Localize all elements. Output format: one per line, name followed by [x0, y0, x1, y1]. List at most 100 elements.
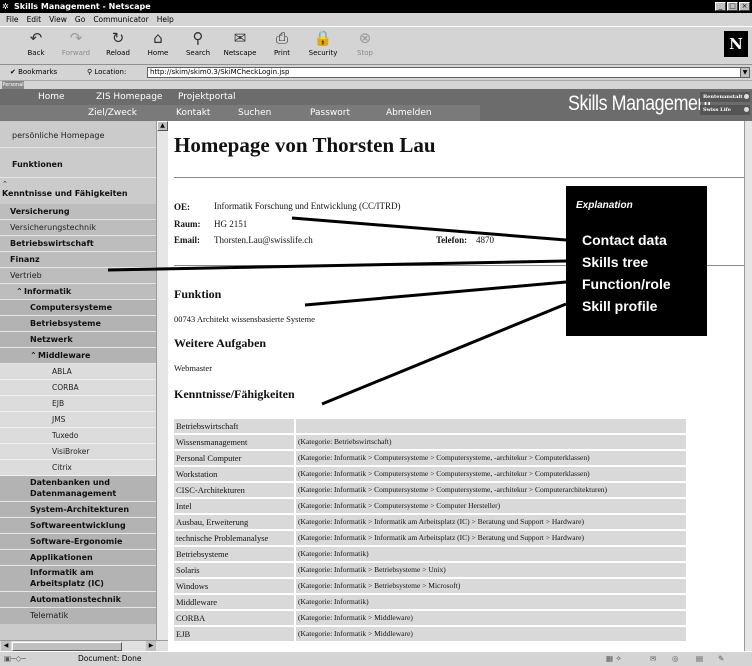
email-value[interactable]: Thorsten.Lau@swisslife.ch [214, 235, 313, 245]
skill-category-cell: (Kategorie: Informatik > Computersysteme… [296, 451, 686, 465]
nav-ziel-zweck-link[interactable]: Ziel/Zweck [88, 108, 137, 118]
scroll-thumb[interactable] [12, 642, 122, 651]
sidebar-item-automationstechnik[interactable]: Automationstechnik [0, 592, 156, 608]
netscape-button[interactable]: ✉ Netscape [220, 28, 260, 64]
back-button[interactable]: ↶ Back [16, 28, 56, 64]
news-icon[interactable]: ◎ [672, 652, 679, 666]
sidebar-item-ejb[interactable]: EJB [0, 396, 156, 412]
sidebar-item-abla[interactable]: ABLA [0, 364, 156, 380]
scroll-up-icon[interactable]: ▲ [157, 121, 168, 131]
print-button[interactable]: ⎙ Print [262, 28, 302, 64]
sidebar-item-jms[interactable]: JMS [0, 412, 156, 428]
sidebar-item-software-ergonomie[interactable]: Software-Ergonomie [0, 534, 156, 550]
menu-communicator[interactable]: Communicator [93, 13, 148, 26]
divider [174, 177, 744, 178]
reload-button[interactable]: ↻ Reload [98, 28, 138, 64]
skill-category-cell [296, 419, 686, 433]
skill-category-cell: (Kategorie: Informatik > Betriebsysteme … [296, 579, 686, 593]
sidebar-item-computersysteme[interactable]: Computersysteme [0, 300, 156, 316]
scroll-left-icon[interactable]: ◀ [1, 641, 11, 651]
url-dropdown-icon[interactable]: ▼ [740, 67, 750, 78]
scroll-right-icon[interactable]: ▶ [146, 641, 156, 651]
personal-toolbar: Personal [0, 80, 752, 89]
expanded-folder-icon: ⌃ [2, 180, 8, 188]
print-icon: ⎙ [275, 29, 288, 47]
explanation-function-role: Function/role [582, 276, 671, 292]
sidebar-item-system-architekturen[interactable]: System-Architekturen [0, 502, 156, 518]
nav-kontakt-link[interactable]: Kontakt [176, 108, 210, 118]
skill-category-cell: (Kategorie: Informatik) [296, 547, 686, 561]
sidebar-item-softwareentwicklung[interactable]: Softwareentwicklung [0, 518, 156, 534]
sidebar-item-telematik[interactable]: Telematik [0, 608, 156, 624]
stop-button[interactable]: ⊗ Stop [345, 28, 385, 64]
browser-window: ✲ Skills Management - Netscape _ □ × Fil… [0, 0, 752, 666]
skill-name-cell: CORBA [174, 611, 294, 625]
sidebar-item-versicherung[interactable]: Versicherung [0, 204, 156, 220]
edit-icon[interactable]: ✎ [718, 652, 724, 666]
netscape-logo: N [724, 31, 748, 57]
home-button[interactable]: ⌂ Home [138, 28, 178, 64]
menu-view[interactable]: View [49, 13, 67, 26]
personal-toolbar-tab[interactable]: Personal [2, 81, 24, 89]
forward-button[interactable]: ↷ Forward [56, 28, 96, 64]
maximize-button[interactable]: □ [727, 2, 738, 11]
sidebar-item-visibroker[interactable]: VisiBroker [0, 444, 156, 460]
security-lock-icon: 🔒 [313, 29, 333, 47]
sidebar-item-vertrieb[interactable]: Vertrieb [0, 268, 156, 284]
nav-projektportal-link[interactable]: Projektportal [178, 92, 236, 102]
skill-category-cell: (Kategorie: Informatik > Middleware) [296, 611, 686, 625]
url-input[interactable]: http://skim/skim0.3/SkiMCheckLogin.jsp [147, 67, 741, 78]
nav-abmelden-link[interactable]: Abmelden [386, 108, 432, 118]
nav-passwort-link[interactable]: Passwort [310, 108, 350, 118]
content-vertical-scrollbar[interactable] [744, 121, 752, 651]
security-button[interactable]: 🔒 Security [303, 28, 343, 64]
sidebar-item-tuxedo[interactable]: Tuxedo [0, 428, 156, 444]
menu-go[interactable]: Go [75, 13, 85, 26]
sidebar-item-betriebswirtschaft[interactable]: Betriebswirtschaft [0, 236, 156, 252]
menu-file[interactable]: File [6, 13, 19, 26]
minimize-button[interactable]: _ [715, 2, 726, 11]
mail-icon[interactable]: ✉ [650, 652, 656, 666]
skill-category-cell: (Kategorie: Informatik > Computersysteme… [296, 499, 686, 513]
skill-name-cell: EJB [174, 627, 294, 641]
bookmarks-button[interactable]: ✔ Bookmarks [10, 65, 57, 80]
sidebar-item-betriebsysteme[interactable]: Betriebsysteme [0, 316, 156, 332]
nav-home-link[interactable]: Home [38, 92, 65, 102]
location-label: ⚲ Location: [87, 68, 127, 76]
sidebar-item-finanz[interactable]: Finanz [0, 252, 156, 268]
skill-category-cell: (Kategorie: Informatik > Betriebsysteme … [296, 563, 686, 577]
close-button[interactable]: × [739, 2, 750, 11]
rentenanstalt-button[interactable]: Rentenanstalt [700, 92, 750, 102]
sidebar-item-informatik[interactable]: ⌃ Informatik [0, 284, 156, 300]
sidebar-item-middleware[interactable]: ⌃ Middleware [0, 348, 156, 364]
sidebar-item-applikationen[interactable]: Applikationen [0, 550, 156, 566]
menu-help[interactable]: Help [157, 13, 174, 26]
back-arrow-icon: ↶ [29, 29, 43, 47]
weitere-aufgaben-heading: Weitere Aufgaben [174, 336, 267, 350]
search-button[interactable]: ⚲ Search [178, 28, 218, 64]
nav-suchen-link[interactable]: Suchen [238, 108, 271, 118]
sidebar-item-versicherungstechnik[interactable]: Versicherungstechnik [0, 220, 156, 236]
composer-icon[interactable]: ▤ [696, 652, 703, 666]
sidebar-item-corba[interactable]: CORBA [0, 380, 156, 396]
netscape-icon: ✉ [233, 29, 247, 47]
skill-name-cell: Middleware [174, 595, 294, 609]
sidebar-item-citrix[interactable]: Citrix [0, 460, 156, 476]
progress-indicator-icon: ▦ ✧ [606, 654, 622, 663]
sidebar-item-homepage[interactable]: persönliche Homepage [0, 121, 156, 147]
sidebar-item-funktionen[interactable]: Funktionen [0, 147, 156, 177]
swisslife-button[interactable]: Swiss Life [700, 105, 750, 115]
sidebar-item-informatik-arbeitsplatz[interactable]: Informatik am Arbeitsplatz (IC) [0, 566, 156, 592]
connection-icon: ▣─◇─ [4, 654, 26, 663]
skill-name-cell: Personal Computer [174, 451, 294, 465]
nav-zis-homepage-link[interactable]: ZIS Homepage [96, 92, 162, 102]
menu-edit[interactable]: Edit [27, 13, 42, 26]
sidebar-item-netzwerk[interactable]: Netzwerk [0, 332, 156, 348]
skill-name-cell: technische Problemanalyse [174, 531, 294, 545]
sidebar-item-datenbanken[interactable]: Datenbanken und Datenmanagement [0, 476, 156, 502]
sidebar-horizontal-scrollbar[interactable]: ◀ ▶ [0, 640, 168, 651]
navigation-toolbar: ↶ Back ↷ Forward ↻ Reload ⌂ Home ⚲ Search ✉ Ne… [0, 26, 752, 65]
sidebar-item-kenntnisse[interactable]: ⌃ Kenntnisse und Fähigkeiten [0, 177, 156, 203]
sidebar-vertical-scrollbar[interactable]: ▲ ▼ [156, 121, 168, 651]
telefon-value: 4870 [476, 235, 494, 245]
